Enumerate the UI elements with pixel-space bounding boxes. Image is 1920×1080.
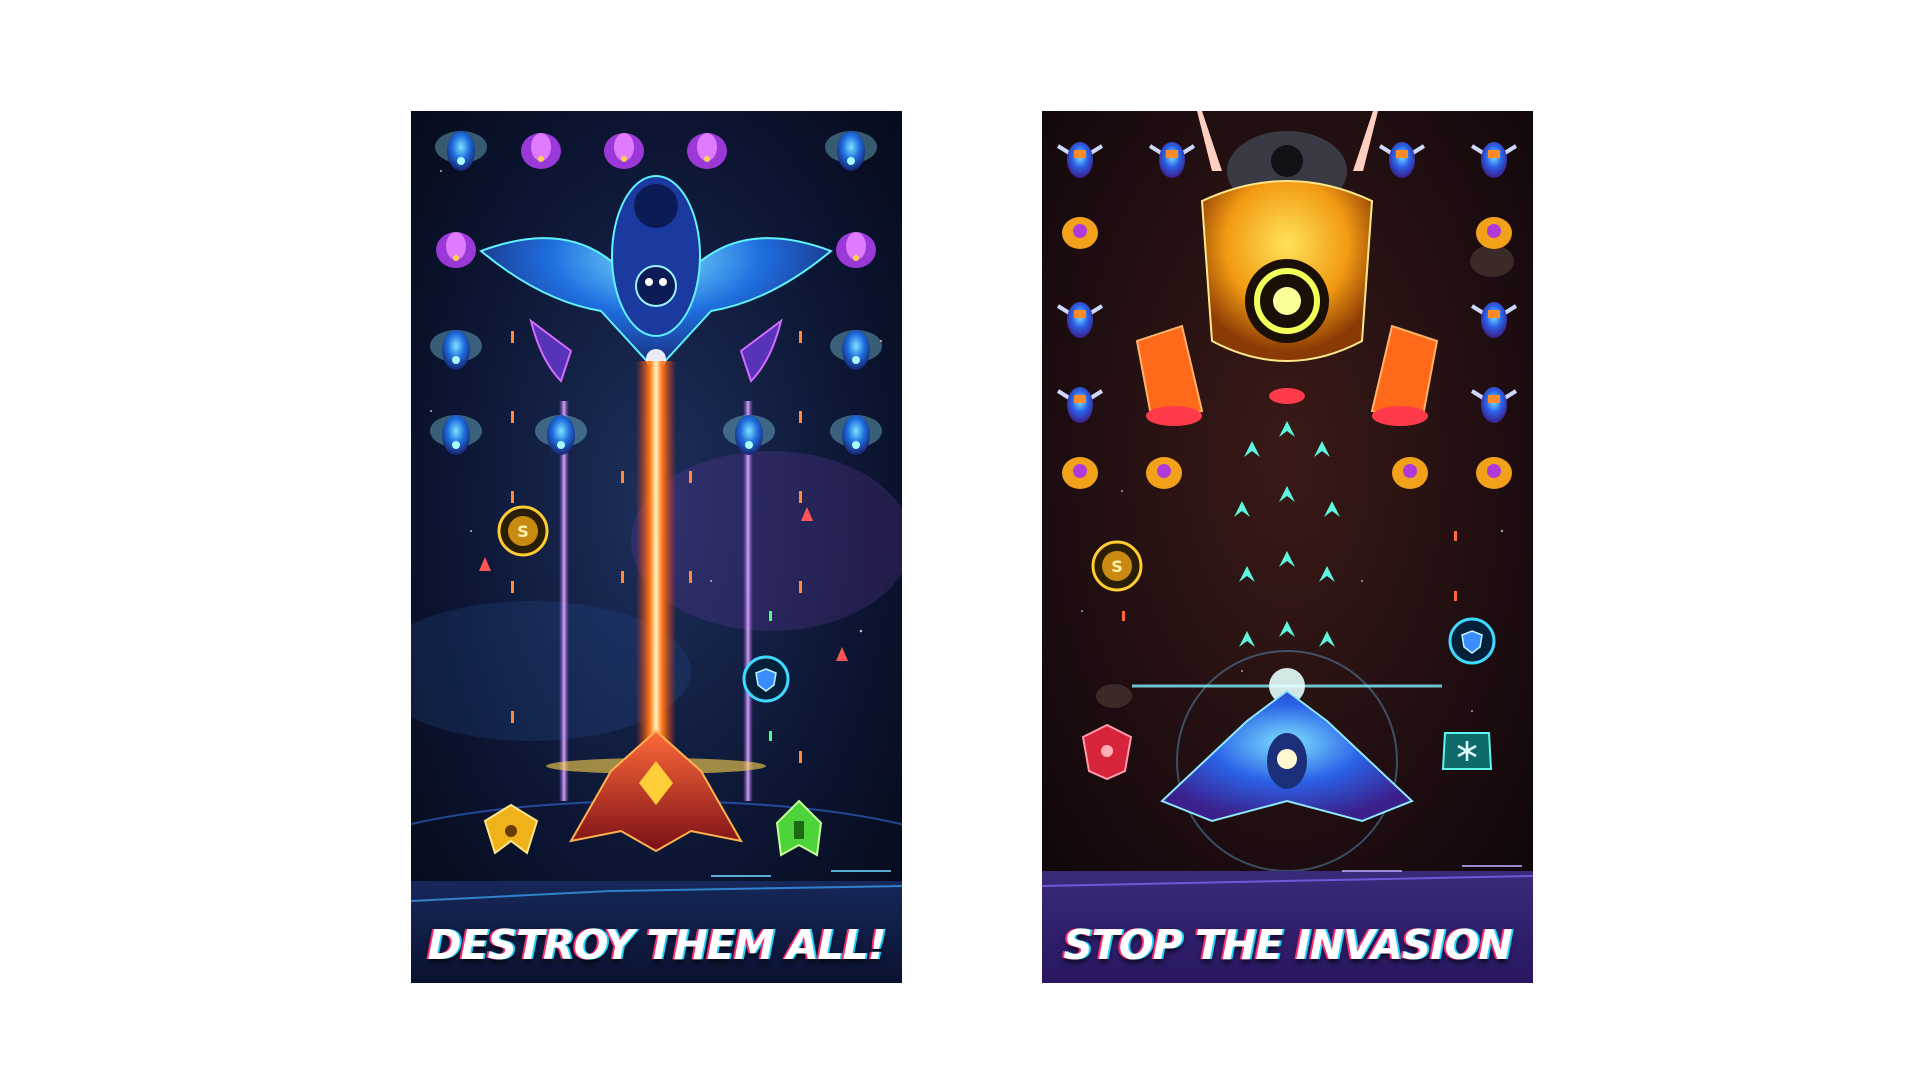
svg-text:S: S [1111, 557, 1123, 576]
shield-icon [742, 655, 790, 703]
screenshot-destroy-them-all: S DESTROY THEM ALL! [411, 111, 902, 983]
caption-text: STOP THE INVASION [1063, 921, 1512, 969]
svg-text:S: S [517, 522, 529, 541]
coin-s-pickup: S [1091, 540, 1143, 592]
screenshot-stop-the-invasion: S STOP THE INVASION [1042, 111, 1533, 983]
caption-bar: STOP THE INVASION [1042, 873, 1533, 983]
wingman-red [1081, 723, 1133, 781]
game-scene-right: S [1042, 111, 1533, 983]
game-scene-left: S [411, 111, 902, 983]
coin-s-pickup: S [497, 505, 549, 557]
snowflake-icon [1441, 732, 1493, 770]
shield-icon [1448, 617, 1496, 665]
caption-bar: DESTROY THEM ALL! [411, 873, 902, 983]
caption-text: DESTROY THEM ALL! [427, 921, 887, 969]
